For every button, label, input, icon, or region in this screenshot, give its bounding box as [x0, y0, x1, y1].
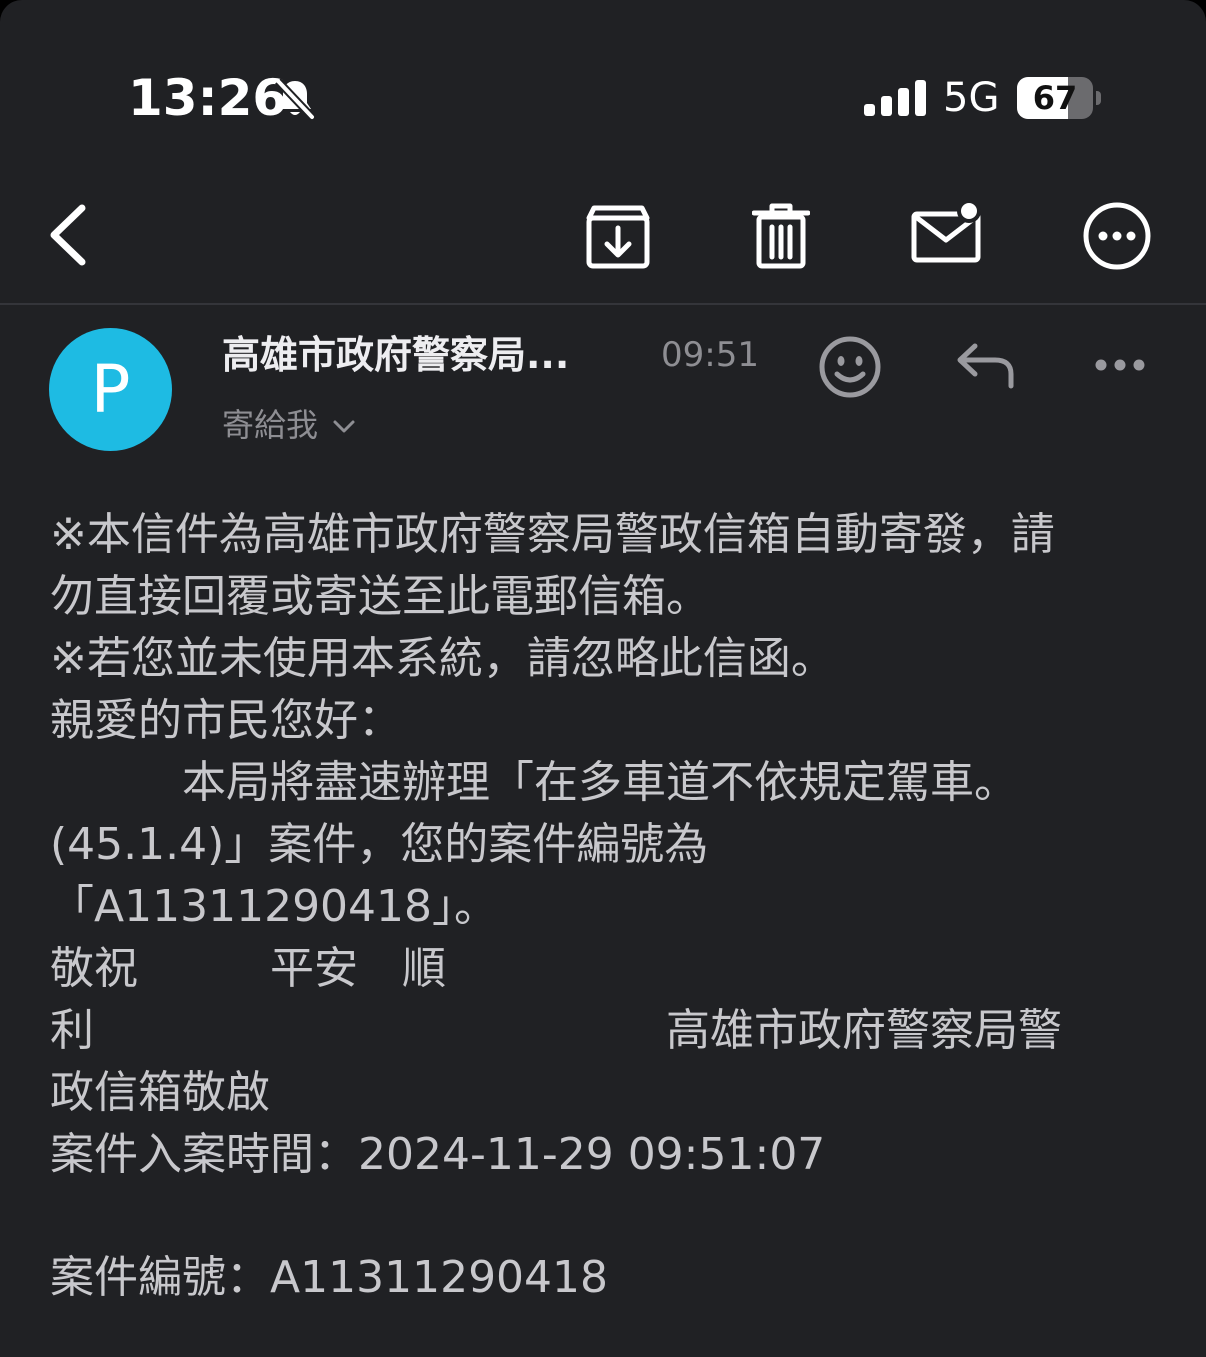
- body-line: 案件入案時間：2024-11-29 09:51:07: [50, 1129, 826, 1180]
- smiley-icon[interactable]: [817, 334, 883, 400]
- body-line: ※若您並未使用本系統，請忽略此信函。: [50, 633, 835, 684]
- battery-indicator: 67: [1017, 77, 1103, 119]
- battery-body: 67: [1017, 77, 1093, 119]
- body-line: 政信箱敬啟: [50, 1067, 270, 1118]
- body-line: 親愛的市民您好：: [50, 695, 402, 746]
- body-line: 勿直接回覆或寄送至此電郵信箱。: [50, 571, 710, 622]
- recipient-label: 寄給我: [222, 406, 319, 444]
- chevron-left-icon[interactable]: [44, 202, 90, 268]
- body-line: ※本信件為高雄市政府警察局警政信箱自動寄發，請: [50, 509, 1055, 560]
- body-line: 本局將盡速辦理「在多車道不依規定駕車。: [50, 757, 1018, 808]
- battery-percent: 67: [1032, 79, 1078, 117]
- email-screen: 13:26 5G 67 P 高雄市政府警察局... 09:51 寄給我 ※本信件…: [0, 0, 1206, 1357]
- email-body: ※本信件為高雄市政府警察局警政信箱自動寄發，請 勿直接回覆或寄送至此電郵信箱。 ※若…: [50, 504, 1160, 1309]
- body-line: (45.1.4)」案件，您的案件編號為: [50, 819, 709, 870]
- more-circle-icon[interactable]: [1082, 201, 1152, 271]
- body-line: 利 高雄市政府警察局警: [50, 1005, 1062, 1056]
- body-line: 案件編號：A11311290418: [50, 1252, 609, 1303]
- cellular-signal-icon: [864, 80, 926, 116]
- sender-avatar[interactable]: P: [49, 328, 172, 451]
- status-time: 13:26: [128, 69, 288, 127]
- body-line: [50, 1186, 1160, 1247]
- network-type: 5G: [943, 75, 1000, 121]
- trash-icon[interactable]: [752, 203, 810, 269]
- body-line: 「A11311290418」。: [50, 881, 499, 932]
- mail-unread-icon[interactable]: [910, 200, 984, 266]
- chevron-down-icon: [333, 420, 355, 433]
- recipient-toggle[interactable]: 寄給我: [222, 402, 356, 448]
- body-line: 敬祝 平安 順: [50, 943, 446, 994]
- sent-time: 09:51: [661, 335, 759, 375]
- sender-name[interactable]: 高雄市政府警察局...: [222, 330, 612, 380]
- archive-download-icon[interactable]: [585, 204, 651, 270]
- battery-tip: [1096, 91, 1101, 105]
- more-horizontal-icon[interactable]: [1093, 355, 1147, 375]
- toolbar-divider: [0, 303, 1206, 305]
- bell-slash-icon: [275, 78, 315, 120]
- reply-icon[interactable]: [955, 340, 1017, 390]
